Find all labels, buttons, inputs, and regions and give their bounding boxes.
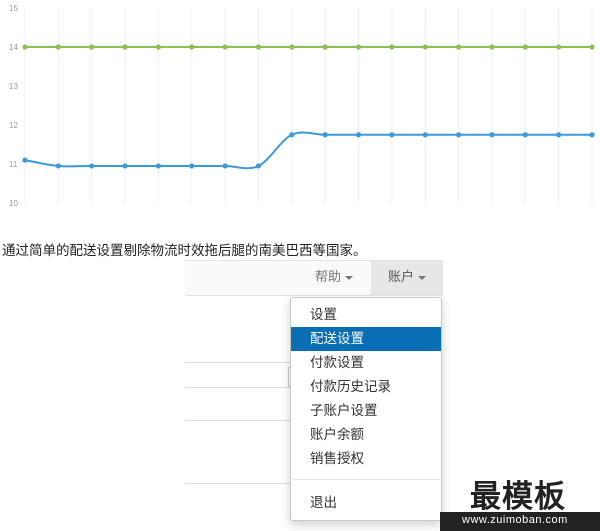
data-point xyxy=(589,132,595,138)
chevron-down-icon xyxy=(345,275,353,280)
menu-item-logout[interactable]: 退出 xyxy=(291,491,441,515)
account-label: 账户 xyxy=(387,270,414,285)
data-point xyxy=(489,132,495,138)
y-tick-label: 11 xyxy=(9,160,18,169)
menu-divider xyxy=(292,479,440,480)
watermark-logo: 最模板 www.zuimoban.com xyxy=(440,470,600,531)
y-tick-label: 12 xyxy=(9,121,18,130)
data-point xyxy=(289,44,295,50)
help-label: 帮助 xyxy=(314,270,341,285)
series-line-1 xyxy=(24,131,592,170)
menu-item-settings[interactable]: 设置 xyxy=(291,303,441,327)
data-point xyxy=(189,163,195,169)
y-axis-ticks: 10 11 12 13 14 15 xyxy=(9,4,18,208)
menu-item-payment-history[interactable]: 付款历史记录 xyxy=(291,375,441,399)
help-menu-toggle[interactable]: 帮助 xyxy=(305,261,363,295)
data-point xyxy=(55,44,61,50)
data-point xyxy=(55,163,61,169)
data-point xyxy=(589,44,595,50)
y-tick-label: 15 xyxy=(9,4,18,13)
background-divider xyxy=(185,387,291,388)
menu-item-subaccount-settings[interactable]: 子账户设置 xyxy=(291,399,441,423)
data-point xyxy=(389,44,395,50)
data-point xyxy=(222,163,228,169)
background-divider xyxy=(185,483,291,484)
menu-item-account-balance[interactable]: 账户余额 xyxy=(291,423,441,447)
data-point xyxy=(522,44,528,50)
chart-grid xyxy=(24,8,593,203)
background-divider xyxy=(185,420,291,421)
data-point xyxy=(455,44,462,50)
article-caption: 通过简单的配送设置剔除物流时效拖后腿的南美巴西等国家。 xyxy=(2,243,367,259)
data-point xyxy=(22,157,28,163)
data-point xyxy=(556,132,562,138)
line-chart: 10 11 12 13 14 15 xyxy=(9,4,595,208)
data-point xyxy=(155,44,162,50)
y-tick-label: 10 xyxy=(9,199,18,208)
account-menu-toggle[interactable]: 账户 xyxy=(371,261,443,295)
data-point xyxy=(322,44,328,50)
watermark-url: www.zuimoban.com xyxy=(462,514,568,526)
data-point xyxy=(89,44,95,50)
data-point xyxy=(122,44,128,50)
data-point xyxy=(155,163,162,169)
data-point xyxy=(489,44,495,50)
menu-item-shipping-settings[interactable]: 配送设置 xyxy=(291,327,441,351)
data-point xyxy=(189,44,195,50)
background-divider xyxy=(185,362,291,363)
y-tick-label: 14 xyxy=(9,43,18,52)
data-point xyxy=(422,132,428,138)
chart-series xyxy=(22,44,595,170)
data-point xyxy=(322,132,328,138)
data-point xyxy=(556,44,562,50)
data-point xyxy=(22,44,28,50)
data-point xyxy=(222,44,228,50)
data-point xyxy=(289,132,295,138)
data-point xyxy=(455,132,462,138)
watermark-title: 最模板 xyxy=(470,479,566,515)
top-navbar: 帮助 账户 xyxy=(185,260,443,296)
chevron-down-icon xyxy=(418,275,426,280)
data-point xyxy=(522,132,528,138)
menu-item-sales-authorization[interactable]: 销售授权 xyxy=(291,447,441,471)
data-point xyxy=(255,163,262,169)
menu-item-payment-settings[interactable]: 付款设置 xyxy=(291,351,441,375)
data-point xyxy=(355,44,362,50)
data-point xyxy=(422,44,428,50)
data-point xyxy=(355,132,362,138)
data-point xyxy=(122,163,128,169)
account-dropdown-menu: 设置 配送设置 付款设置 付款历史记录 子账户设置 账户余额 销售授权 退出 xyxy=(290,297,442,521)
data-point xyxy=(389,132,395,138)
data-point xyxy=(89,163,95,169)
y-tick-label: 13 xyxy=(9,82,18,91)
data-point xyxy=(255,44,262,50)
